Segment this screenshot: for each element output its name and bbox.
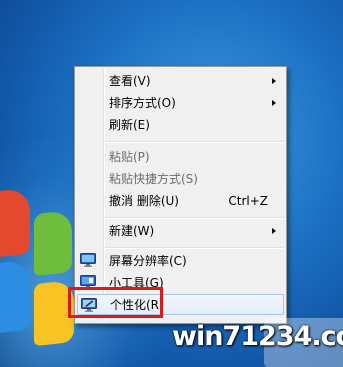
menu-item-label: 粘贴(P) [109, 150, 150, 164]
menu-item-label: 排序方式(O) [109, 96, 176, 110]
windows-logo-red-pane [0, 187, 30, 259]
menu-item-label: 撤消 删除(U) [109, 194, 179, 208]
menu-separator [105, 141, 284, 143]
desktop[interactable]: 查看(V) 排序方式(O) 刷新(E) 粘贴(P) 粘贴快捷方式(S) 撤消 删… [0, 0, 343, 367]
menu-item-undo-delete[interactable]: 撤消 删除(U) Ctrl+Z [77, 190, 284, 212]
desktop-context-menu: 查看(V) 排序方式(O) 刷新(E) 粘贴(P) 粘贴快捷方式(S) 撤消 删… [74, 66, 287, 324]
menu-item-refresh[interactable]: 刷新(E) [77, 114, 284, 136]
display-icon [80, 253, 96, 267]
menu-item-label: 屏幕分辨率(C) [109, 254, 187, 268]
windows-logo-blue-pane [0, 259, 30, 335]
menu-item-shortcut: Ctrl+Z [228, 194, 268, 208]
menu-item-label: 刷新(E) [109, 118, 150, 132]
windows-logo-green-pane [34, 210, 72, 276]
watermark-text: win71234.com [172, 321, 343, 352]
highlight-annotation-box [68, 287, 163, 318]
menu-item-sort-by[interactable]: 排序方式(O) [77, 92, 284, 114]
menu-item-new[interactable]: 新建(W) [77, 220, 284, 242]
submenu-arrow-icon [272, 228, 276, 234]
menu-item-view[interactable]: 查看(V) [77, 70, 284, 92]
submenu-arrow-icon [272, 100, 276, 106]
menu-item-paste-shortcut[interactable]: 粘贴快捷方式(S) [77, 168, 284, 190]
menu-separator [105, 217, 284, 219]
menu-item-paste[interactable]: 粘贴(P) [77, 146, 284, 168]
submenu-arrow-icon [272, 78, 276, 84]
menu-item-label: 粘贴快捷方式(S) [109, 172, 198, 186]
menu-separator [105, 247, 284, 249]
menu-item-screen-resolution[interactable]: 屏幕分辨率(C) [77, 250, 284, 272]
menu-item-label: 新建(W) [109, 224, 155, 238]
menu-item-label: 查看(V) [109, 74, 151, 88]
